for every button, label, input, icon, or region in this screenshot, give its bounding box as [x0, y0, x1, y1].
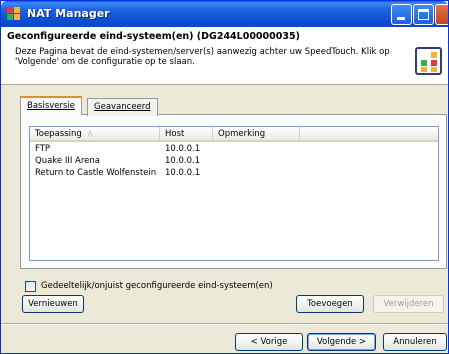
cancel-button-label: Annuleren — [393, 337, 437, 347]
add-button[interactable]: Toevoegen — [296, 295, 364, 313]
list-row[interactable]: Quake III Arena 10.0.0.1 — [30, 156, 438, 168]
app-icon — [7, 7, 21, 21]
next-button[interactable]: Volgende > — [307, 333, 376, 351]
list-header: Toepassing /\ Host Opmerking — [30, 127, 438, 142]
footer-divider — [1, 323, 448, 325]
window-title: NAT Manager — [27, 7, 110, 20]
tab-geavanceerd[interactable]: Geavanceerd — [87, 98, 158, 116]
cancel-button[interactable]: Annuleren — [383, 333, 447, 351]
incomplete-systems-label: Gedeeltelijk/onjuist geconfigureerde ein… — [41, 281, 273, 291]
previous-button-label: < Vorige — [250, 337, 288, 347]
maximize-icon — [418, 9, 429, 20]
remove-button-label: Verwijderen — [383, 299, 434, 309]
add-button-label: Toevoegen — [307, 299, 353, 309]
page-description: Deze Pagina bevat de eind-systemen/serve… — [15, 47, 390, 67]
list-row[interactable]: Return to Castle Wolfenstein 10.0.0.1 — [30, 168, 438, 180]
minimize-icon — [397, 17, 405, 20]
tab-geavanceerd-label: Geavanceerd — [94, 102, 151, 112]
cell-application: FTP — [35, 144, 51, 154]
page-header: Geconfigureerde eind-systeem(en) (DG244L… — [1, 27, 448, 85]
remove-button[interactable]: Verwijderen — [373, 295, 444, 313]
column-header-host[interactable]: Host — [160, 127, 213, 142]
previous-button[interactable]: < Vorige — [235, 333, 303, 351]
incomplete-systems-checkbox[interactable] — [25, 281, 36, 292]
title-bar[interactable]: NAT Manager — [1, 1, 448, 27]
column-header-opmerking[interactable]: Opmerking — [213, 127, 300, 142]
column-label: Toepassing — [35, 129, 82, 139]
cell-host: 10.0.0.1 — [165, 156, 201, 166]
refresh-button[interactable]: Vernieuwen — [22, 295, 84, 313]
cell-host: 10.0.0.1 — [165, 168, 201, 178]
close-button[interactable] — [435, 4, 448, 25]
column-header-toepassing[interactable]: Toepassing /\ — [30, 127, 160, 142]
sort-ascending-icon: /\ — [87, 130, 93, 138]
cell-application: Quake III Arena — [35, 156, 101, 166]
minimize-button[interactable] — [391, 4, 412, 25]
maximize-button[interactable] — [413, 4, 434, 25]
next-button-label: Volgende > — [316, 337, 367, 347]
tab-basisversie-label: Basisversie — [27, 101, 76, 111]
refresh-button-label: Vernieuwen — [28, 299, 78, 309]
list-row[interactable]: FTP 10.0.0.1 — [30, 144, 438, 156]
column-label: Opmerking — [218, 129, 266, 139]
cell-host: 10.0.0.1 — [165, 144, 201, 154]
cell-application: Return to Castle Wolfenstein — [35, 168, 157, 178]
tab-basisversie[interactable]: Basisversie — [20, 96, 83, 115]
page-title: Geconfigureerde eind-systeem(en) (DG244L… — [7, 31, 300, 42]
applications-list[interactable]: Toepassing /\ Host Opmerking FTP 10.0.0.1… — [29, 126, 439, 261]
nat-manager-window: NAT Manager Geconfigureerde eind-systeem… — [0, 0, 449, 354]
column-label: Host — [165, 129, 185, 139]
speedtouch-logo-icon — [415, 47, 442, 75]
